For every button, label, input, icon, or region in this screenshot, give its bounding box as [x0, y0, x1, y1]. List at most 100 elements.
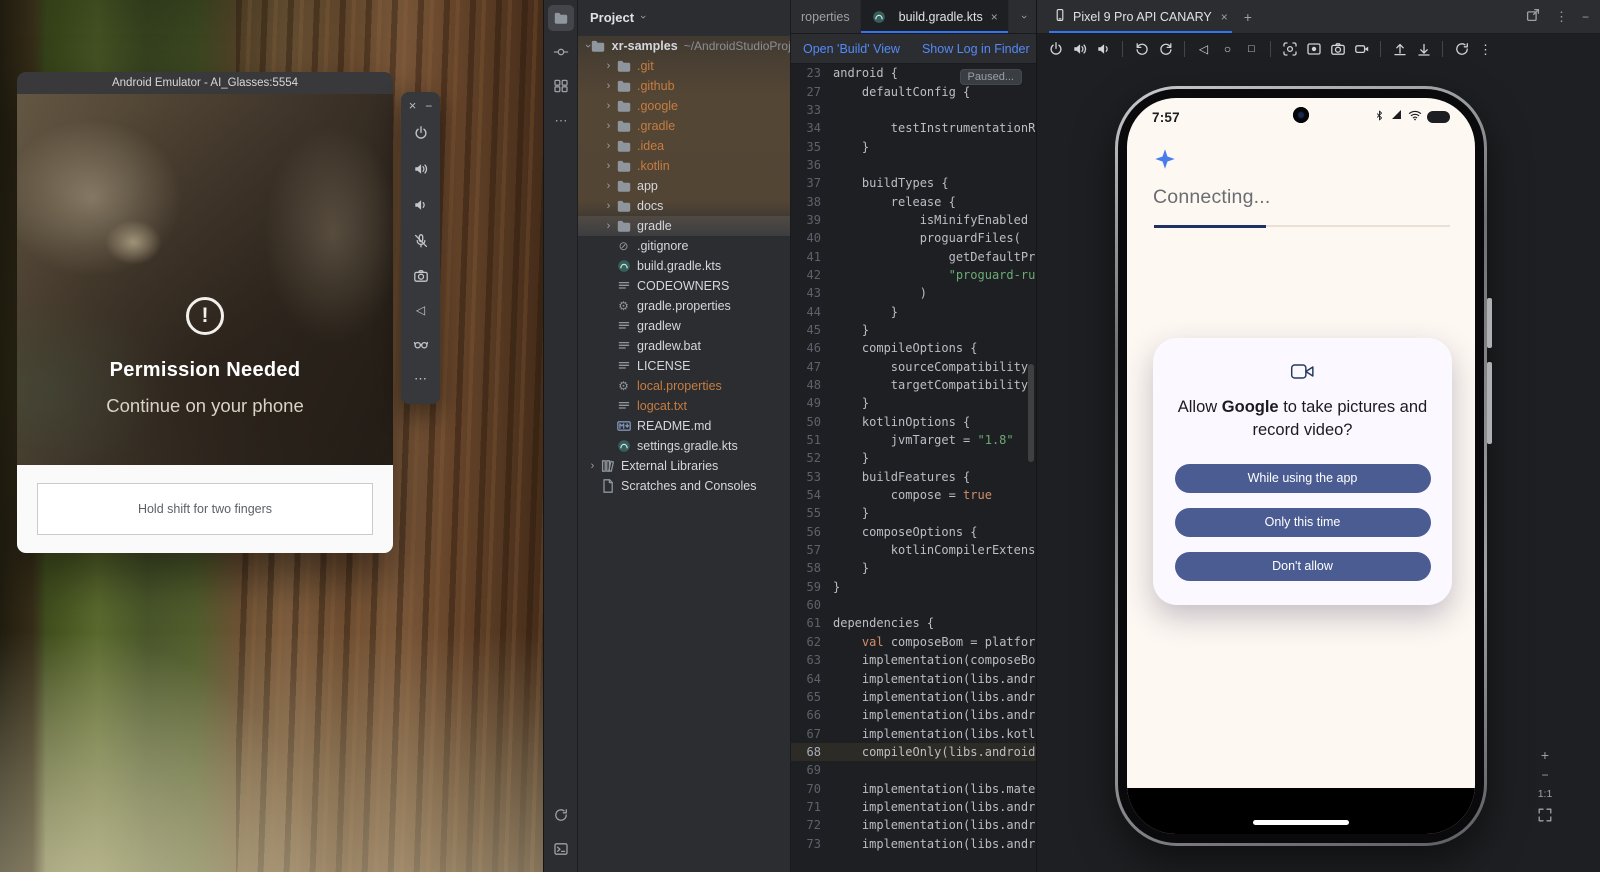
- tree-item-gradle[interactable]: ›gradle: [578, 216, 790, 236]
- tree-item-github[interactable]: ›.github: [578, 76, 790, 96]
- code-line-45[interactable]: 45 }: [791, 321, 1036, 339]
- rotate-right-icon[interactable]: [1157, 41, 1174, 58]
- chevron-right-icon[interactable]: ›: [602, 140, 615, 152]
- tool-commit-icon[interactable]: [548, 39, 574, 65]
- volume-down-icon[interactable]: [401, 187, 440, 223]
- recents-icon[interactable]: □: [1243, 41, 1260, 58]
- perm-button-only-this-time[interactable]: Only this time: [1175, 508, 1431, 537]
- save-icon[interactable]: [1415, 41, 1432, 58]
- tab-roperties[interactable]: roperties: [791, 0, 861, 33]
- tree-item-gradlew-bat[interactable]: gradlew.bat: [578, 336, 790, 356]
- tree-item-gitignore[interactable]: ⊘.gitignore: [578, 236, 790, 256]
- close-device-tab-icon[interactable]: ×: [1221, 10, 1228, 24]
- more-options-icon[interactable]: ⋮: [1555, 10, 1568, 24]
- code-line-47[interactable]: 47 sourceCompatibility: [791, 358, 1036, 376]
- tree-item-gradle[interactable]: ›.gradle: [578, 116, 790, 136]
- code-line-49[interactable]: 49 }: [791, 394, 1036, 412]
- video-icon[interactable]: [1353, 41, 1370, 58]
- more-h-icon[interactable]: ⋯: [401, 362, 440, 395]
- tree-item-build-gradle-kts[interactable]: build.gradle.kts: [578, 256, 790, 276]
- code-line-67[interactable]: 67 implementation(libs.kotl: [791, 724, 1036, 742]
- code-line-41[interactable]: 41 getDefaultPr: [791, 247, 1036, 265]
- chevron-right-icon[interactable]: ›: [602, 100, 615, 112]
- hide-panel-icon[interactable]: −: [1582, 10, 1589, 24]
- tree-item-license[interactable]: LICENSE: [578, 356, 790, 376]
- code-line-40[interactable]: 40 proguardFiles(: [791, 229, 1036, 247]
- tree-item-gradlew[interactable]: gradlew: [578, 316, 790, 336]
- code-line-46[interactable]: 46 compileOptions {: [791, 339, 1036, 357]
- home-icon[interactable]: ○: [1219, 41, 1236, 58]
- code-line-54[interactable]: 54 compose = true: [791, 486, 1036, 504]
- editor-scrollbar[interactable]: [1028, 364, 1034, 462]
- code-line-50[interactable]: 50 kotlinOptions {: [791, 413, 1036, 431]
- record-screen-icon[interactable]: [1305, 41, 1322, 58]
- code-line-66[interactable]: 66 implementation(libs.andr: [791, 706, 1036, 724]
- code-line-72[interactable]: 72 implementation(libs.andr: [791, 816, 1036, 834]
- zoom-level[interactable]: 1:1: [1538, 788, 1553, 800]
- chevron-right-icon[interactable]: ›: [602, 80, 615, 92]
- notification-link-show-log-in-finder[interactable]: Show Log in Finder: [922, 42, 1030, 56]
- code-line-62[interactable]: 62 val composeBom = platfor: [791, 633, 1036, 651]
- close-icon[interactable]: ×: [409, 97, 417, 115]
- code-line-64[interactable]: 64 implementation(libs.andr: [791, 669, 1036, 687]
- close-tab-icon[interactable]: ×: [991, 10, 998, 24]
- camera-icon[interactable]: [401, 259, 440, 295]
- code-line-35[interactable]: 35 }: [791, 137, 1036, 155]
- push-file-icon[interactable]: [1391, 41, 1408, 58]
- code-line-71[interactable]: 71 implementation(libs.andr: [791, 798, 1036, 816]
- code-line-69[interactable]: 69: [791, 761, 1036, 779]
- glasses-icon[interactable]: [401, 326, 440, 362]
- tree-item-kotlin[interactable]: ›.kotlin: [578, 156, 790, 176]
- code-line-34[interactable]: 34 testInstrumentationR: [791, 119, 1036, 137]
- code-line-58[interactable]: 58 }: [791, 559, 1036, 577]
- tool-structure-icon[interactable]: [548, 73, 574, 99]
- chevron-right-icon[interactable]: ›: [602, 60, 615, 72]
- code-line-52[interactable]: 52 }: [791, 449, 1036, 467]
- code-line-68[interactable]: 68 compileOnly(libs.android: [791, 743, 1036, 761]
- tree-item-readme-md[interactable]: README.md: [578, 416, 790, 436]
- code-line-57[interactable]: 57 kotlinCompilerExtens: [791, 541, 1036, 559]
- code-line-73[interactable]: 73 implementation(libs.andr: [791, 834, 1036, 852]
- code-line-53[interactable]: 53 buildFeatures {: [791, 468, 1036, 486]
- tool-sync-icon[interactable]: [548, 802, 574, 828]
- tool-more-h-icon[interactable]: ⋯: [548, 107, 574, 133]
- rotate-left-icon[interactable]: [1133, 41, 1150, 58]
- code-line-44[interactable]: 44 }: [791, 302, 1036, 320]
- tree-item-gradle-properties[interactable]: ⚙gradle.properties: [578, 296, 790, 316]
- code-line-42[interactable]: 42 "proguard-ru: [791, 266, 1036, 284]
- volume-up-icon[interactable]: [401, 151, 440, 187]
- project-panel-header[interactable]: Project ›: [578, 0, 790, 34]
- screenshot-icon[interactable]: [1281, 41, 1298, 58]
- code-line-65[interactable]: 65 implementation(libs.andr: [791, 688, 1036, 706]
- tree-item-local-properties[interactable]: ⚙local.properties: [578, 376, 790, 396]
- code-line-38[interactable]: 38 release {: [791, 192, 1036, 210]
- volume-down-icon[interactable]: [1095, 41, 1112, 58]
- code-line-60[interactable]: 60: [791, 596, 1036, 614]
- code-line-43[interactable]: 43 ): [791, 284, 1036, 302]
- camera-icon[interactable]: [1329, 41, 1346, 58]
- tool-terminal-icon[interactable]: [548, 836, 574, 862]
- perm-button-while-using-the-app[interactable]: While using the app: [1175, 464, 1431, 493]
- minimize-icon[interactable]: −: [425, 97, 432, 115]
- mic-off-icon[interactable]: [401, 223, 440, 259]
- tree-item-idea[interactable]: ›.idea: [578, 136, 790, 156]
- code-line-55[interactable]: 55 }: [791, 504, 1036, 522]
- chevron-right-icon[interactable]: ›: [602, 160, 615, 172]
- code-line-56[interactable]: 56 composeOptions {: [791, 523, 1036, 541]
- home-indicator[interactable]: [1253, 820, 1349, 825]
- chevron-down-icon[interactable]: ›: [582, 44, 594, 48]
- add-device-icon[interactable]: +: [1244, 10, 1252, 24]
- tree-item-xr-samples[interactable]: ›xr-samples~/AndroidStudioProj: [578, 36, 790, 56]
- code-line-61[interactable]: 61dependencies {: [791, 614, 1036, 632]
- tree-item-git[interactable]: ›.git: [578, 56, 790, 76]
- tab-build-gradle-kts[interactable]: build.gradle.kts×: [861, 0, 1009, 33]
- tree-item-docs[interactable]: ›docs: [578, 196, 790, 216]
- back-icon[interactable]: ◁: [1195, 41, 1212, 58]
- code-line-70[interactable]: 70 implementation(libs.mate: [791, 779, 1036, 797]
- tree-item-app[interactable]: ›app: [578, 176, 790, 196]
- tree-item-codeowners[interactable]: CODEOWNERS: [578, 276, 790, 296]
- open-in-window-icon[interactable]: [1525, 7, 1541, 26]
- volume-up-icon[interactable]: [1071, 41, 1088, 58]
- chevron-right-icon[interactable]: ›: [602, 180, 615, 192]
- hidden-tabs-icon[interactable]: ›: [1012, 0, 1036, 33]
